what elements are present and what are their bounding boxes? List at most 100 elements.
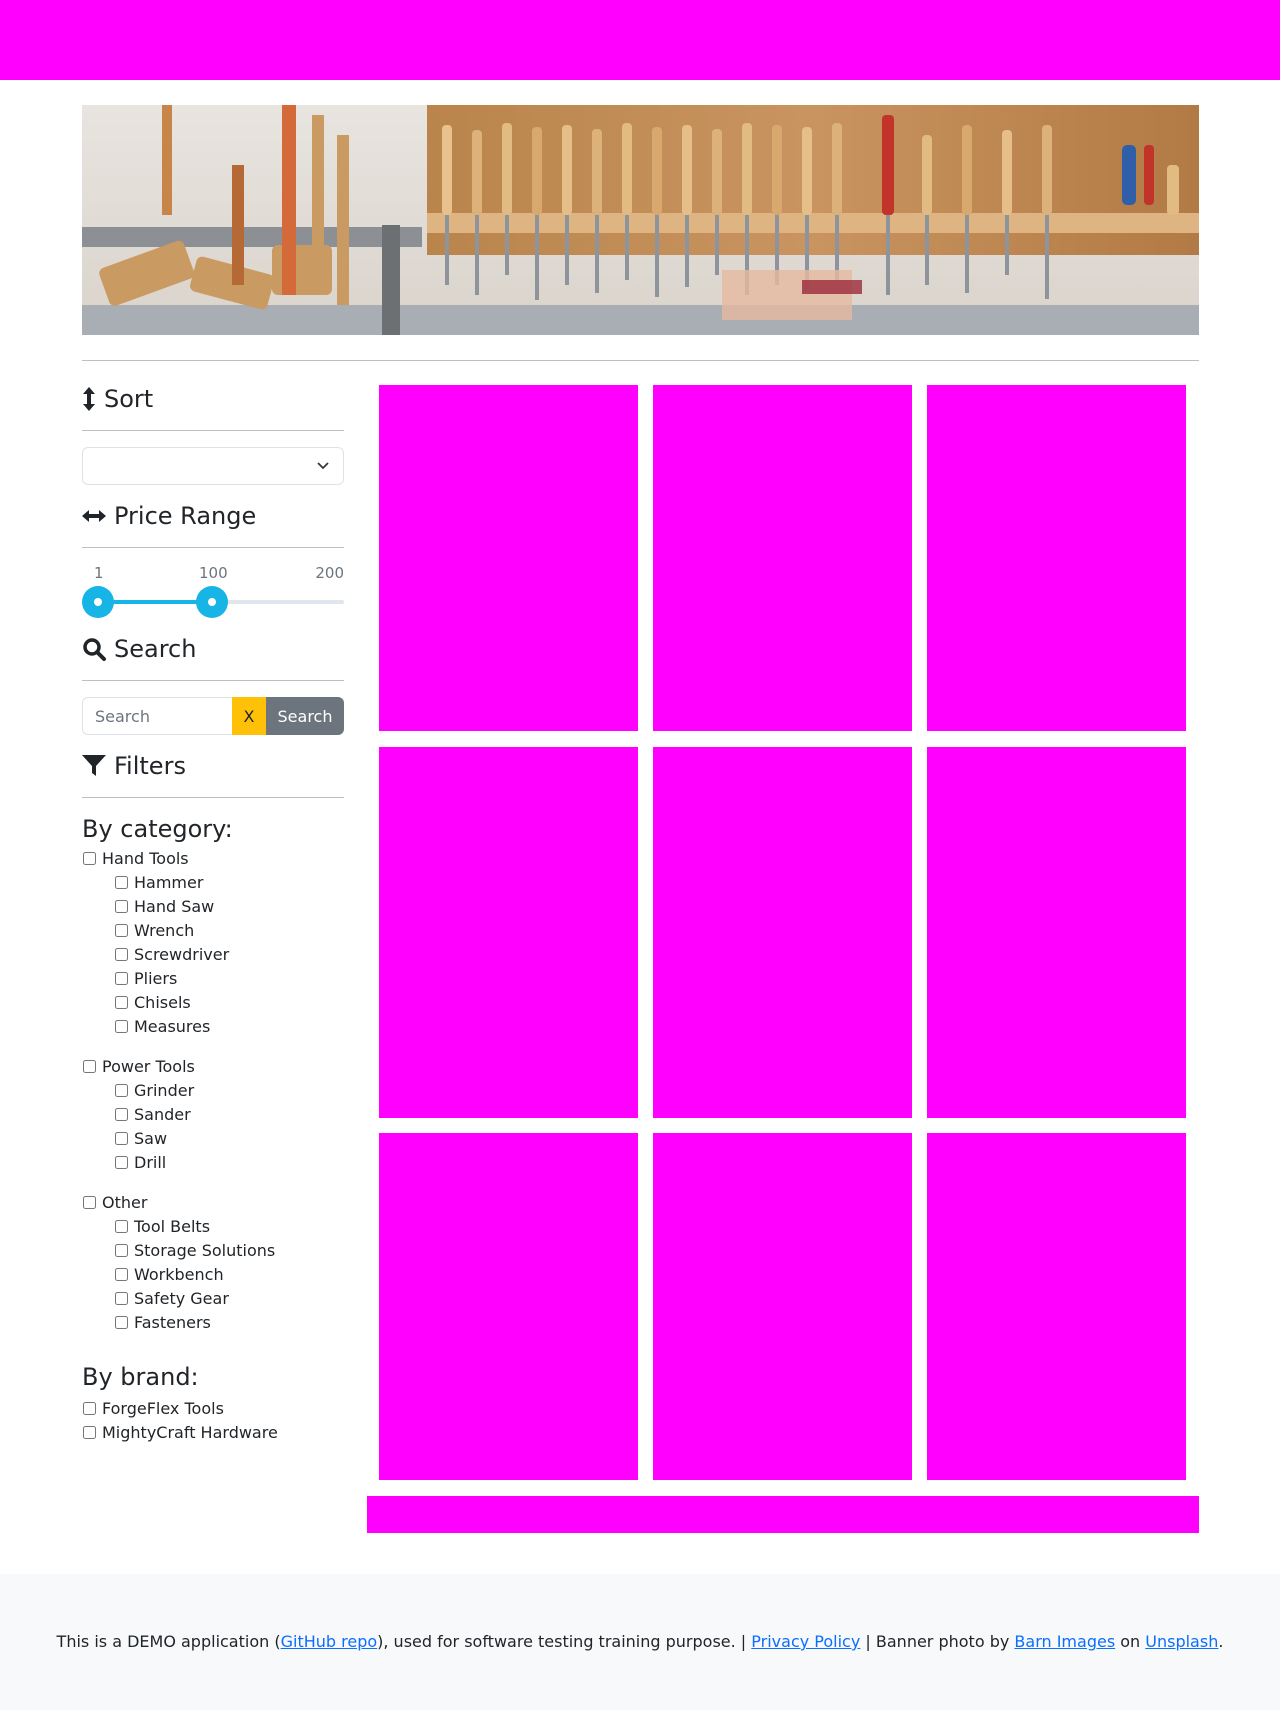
search-input[interactable] xyxy=(82,697,232,735)
search-title: Search xyxy=(114,635,197,663)
sort-select[interactable] xyxy=(82,447,344,485)
subcategory-checkbox[interactable] xyxy=(115,1267,128,1281)
brand-label: MightyCraft Hardware xyxy=(102,1422,278,1442)
subcategory-filter-item[interactable]: Measures xyxy=(82,1014,344,1038)
subcategory-label: Screwdriver xyxy=(134,944,230,964)
brand-filter-item[interactable]: ForgeFlex Tools xyxy=(82,1396,344,1420)
price-range-fill xyxy=(98,600,213,604)
subcategory-label: Fasteners xyxy=(134,1312,211,1332)
product-card-placeholder xyxy=(927,385,1186,731)
subcategory-filter-item[interactable]: Chisels xyxy=(82,990,344,1014)
category-checkbox[interactable] xyxy=(83,851,96,865)
by-brand-heading: By brand: xyxy=(82,1363,199,1391)
price-range-max-label: 200 xyxy=(315,564,344,582)
header-divider xyxy=(82,360,1199,361)
subcategory-filter-item[interactable]: Hammer xyxy=(82,870,344,894)
top-navbar-placeholder xyxy=(0,0,1280,80)
subcategory-filter-item[interactable]: Storage Solutions xyxy=(82,1238,344,1262)
category-group: Power Tools Grinder Sander Saw Drill xyxy=(82,1054,344,1174)
subcategory-checkbox[interactable] xyxy=(115,1131,128,1145)
subcategory-checkbox[interactable] xyxy=(115,947,128,961)
subcategory-label: Tool Belts xyxy=(134,1216,211,1236)
subcategory-checkbox[interactable] xyxy=(115,1155,128,1169)
github-repo-link[interactable]: GitHub repo xyxy=(281,1632,378,1651)
subcategory-label: Workbench xyxy=(134,1264,224,1284)
subcategory-checkbox[interactable] xyxy=(115,875,128,889)
subcategory-checkbox[interactable] xyxy=(115,1083,128,1097)
search-heading: Search xyxy=(82,626,344,672)
subcategory-label: Safety Gear xyxy=(134,1288,229,1308)
barn-images-link[interactable]: Barn Images xyxy=(1014,1632,1115,1651)
subcategory-label: Grinder xyxy=(134,1080,195,1100)
privacy-policy-link[interactable]: Privacy Policy xyxy=(751,1632,860,1651)
footer-text-part: on xyxy=(1115,1632,1146,1651)
price-range-max-handle[interactable] xyxy=(196,586,229,618)
subcategory-filter-item[interactable]: Pliers xyxy=(82,966,344,990)
subcategory-filter-item[interactable]: Hand Saw xyxy=(82,894,344,918)
price-range-title: Price Range xyxy=(114,502,257,530)
subcategory-label: Sander xyxy=(134,1104,191,1124)
search-icon xyxy=(83,638,106,661)
subcategory-filter-item[interactable]: Fasteners xyxy=(82,1310,344,1334)
subcategory-checkbox[interactable] xyxy=(115,1107,128,1121)
subcategory-checkbox[interactable] xyxy=(115,995,128,1009)
product-card-placeholder xyxy=(379,747,638,1118)
product-card-placeholder xyxy=(653,747,912,1118)
price-range-heading: Price Range xyxy=(82,493,344,539)
subcategory-label: Hand Saw xyxy=(134,896,215,916)
clear-search-button[interactable]: X xyxy=(232,697,266,735)
price-range-slider[interactable] xyxy=(82,586,344,618)
pagination-placeholder xyxy=(367,1496,1199,1533)
subcategory-label: Pliers xyxy=(134,968,178,988)
subcategory-checkbox[interactable] xyxy=(115,1019,128,1033)
subcategory-filter-item[interactable]: Screwdriver xyxy=(82,942,344,966)
subcategory-label: Wrench xyxy=(134,920,195,940)
brand-checkbox[interactable] xyxy=(83,1425,96,1439)
price-range-min-handle[interactable] xyxy=(82,586,114,618)
search-button[interactable]: Search xyxy=(266,697,344,735)
category-filter-item[interactable]: Power Tools xyxy=(82,1054,344,1078)
subcategory-filter-item[interactable]: Saw xyxy=(82,1126,344,1150)
category-checkbox[interactable] xyxy=(83,1059,96,1073)
subcategory-filter-item[interactable]: Sander xyxy=(82,1102,344,1126)
subcategory-checkbox[interactable] xyxy=(115,1315,128,1329)
unsplash-link[interactable]: Unsplash xyxy=(1145,1632,1218,1651)
product-card-placeholder xyxy=(379,1133,638,1480)
sort-title: Sort xyxy=(104,385,154,413)
subcategory-checkbox[interactable] xyxy=(115,971,128,985)
price-range-labels: 1 100 200 xyxy=(82,564,344,584)
sort-arrows-icon xyxy=(83,387,95,411)
subcategory-checkbox[interactable] xyxy=(115,899,128,913)
category-filter-item[interactable]: Hand Tools xyxy=(82,846,344,870)
category-filter-item[interactable]: Other xyxy=(82,1190,344,1214)
subcategory-filter-item[interactable]: Grinder xyxy=(82,1078,344,1102)
brand-filter-item[interactable]: MightyCraft Hardware xyxy=(82,1420,344,1444)
product-card-placeholder xyxy=(653,385,912,731)
subcategory-filter-item[interactable]: Workbench xyxy=(82,1262,344,1286)
by-category-heading: By category: xyxy=(82,815,233,843)
filter-funnel-icon xyxy=(82,755,106,776)
subcategory-checkbox[interactable] xyxy=(115,1219,128,1233)
subcategory-checkbox[interactable] xyxy=(115,1243,128,1257)
product-card-placeholder xyxy=(927,1133,1186,1480)
brand-filter-list: ForgeFlex Tools MightyCraft Hardware xyxy=(82,1396,344,1444)
footer-text-part: ), used for software testing training pu… xyxy=(377,1632,752,1651)
subcategory-label: Storage Solutions xyxy=(134,1240,276,1260)
brand-label: ForgeFlex Tools xyxy=(102,1398,224,1418)
category-label: Power Tools xyxy=(102,1056,195,1076)
subcategory-label: Measures xyxy=(134,1016,211,1036)
subcategory-checkbox[interactable] xyxy=(115,1291,128,1305)
category-checkbox[interactable] xyxy=(83,1195,96,1209)
brand-checkbox[interactable] xyxy=(83,1401,96,1415)
subcategory-checkbox[interactable] xyxy=(115,923,128,937)
footer-text-part: . xyxy=(1218,1632,1224,1651)
subcategory-filter-item[interactable]: Wrench xyxy=(82,918,344,942)
category-filter-list: Hand Tools Hammer Hand Saw Wrench Screwdrive… xyxy=(82,846,344,1334)
subcategory-filter-item[interactable]: Drill xyxy=(82,1150,344,1174)
subcategory-filter-item[interactable]: Tool Belts xyxy=(82,1214,344,1238)
price-range-min-label: 1 xyxy=(94,564,104,582)
filters-divider xyxy=(82,797,344,798)
footer-text-part: | Banner photo by xyxy=(860,1632,1015,1651)
subcategory-filter-item[interactable]: Safety Gear xyxy=(82,1286,344,1310)
search-divider xyxy=(82,680,344,681)
